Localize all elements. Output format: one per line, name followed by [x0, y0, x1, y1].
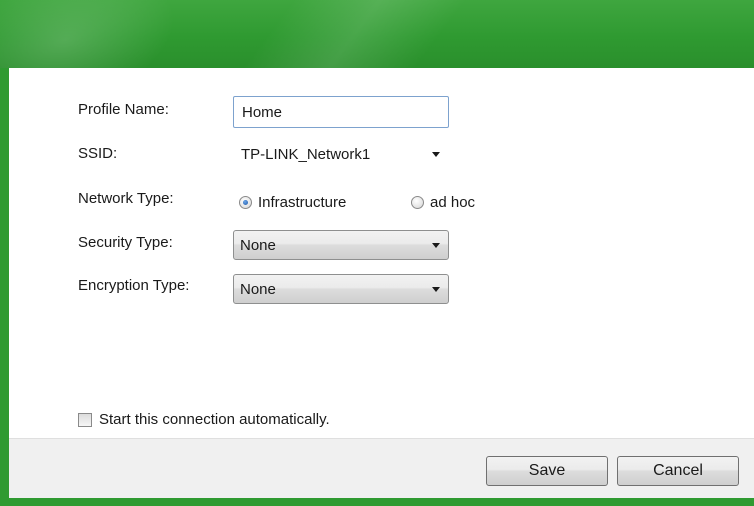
security-type-value: None: [240, 237, 276, 254]
security-type-label: Security Type:: [78, 234, 173, 251]
chevron-down-icon: [432, 152, 440, 157]
ssid-value: TP-LINK_Network1: [241, 146, 371, 163]
profile-name-input[interactable]: [233, 96, 449, 128]
network-type-label: Network Type:: [78, 190, 174, 207]
cancel-button[interactable]: Cancel: [617, 456, 739, 486]
header-banner: [0, 0, 754, 68]
chevron-down-icon: [432, 287, 440, 292]
chevron-down-icon: [432, 243, 440, 248]
save-button[interactable]: Save: [486, 456, 608, 486]
radio-unchecked-icon[interactable]: [411, 196, 424, 209]
security-type-dropdown[interactable]: None: [233, 230, 449, 260]
auto-connect-checkbox-row[interactable]: Start this connection automatically.: [78, 411, 330, 428]
radio-infrastructure-label: Infrastructure: [258, 194, 347, 211]
auto-connect-label: Start this connection automatically.: [99, 411, 330, 428]
window-border-bottom: [0, 498, 754, 506]
encryption-type-dropdown[interactable]: None: [233, 274, 449, 304]
profile-name-label: Profile Name:: [78, 101, 169, 118]
banner-sheen: [0, 0, 203, 68]
radio-ad-hoc[interactable]: ad hoc: [411, 194, 475, 211]
ssid-label: SSID:: [78, 145, 118, 162]
radio-checked-icon[interactable]: [239, 196, 252, 209]
encryption-type-value: None: [240, 281, 276, 298]
banner-sheen: [173, 0, 527, 68]
encryption-type-label: Encryption Type:: [78, 277, 190, 294]
ssid-dropdown[interactable]: TP-LINK_Network1: [233, 141, 449, 169]
radio-ad-hoc-label: ad hoc: [430, 194, 476, 211]
profile-dialog: Profile Name: SSID: TP-LINK_Network1 Net…: [0, 0, 754, 506]
checkbox-icon[interactable]: [78, 412, 92, 427]
window-border-left: [0, 68, 9, 506]
radio-infrastructure[interactable]: Infrastructure: [239, 194, 346, 211]
